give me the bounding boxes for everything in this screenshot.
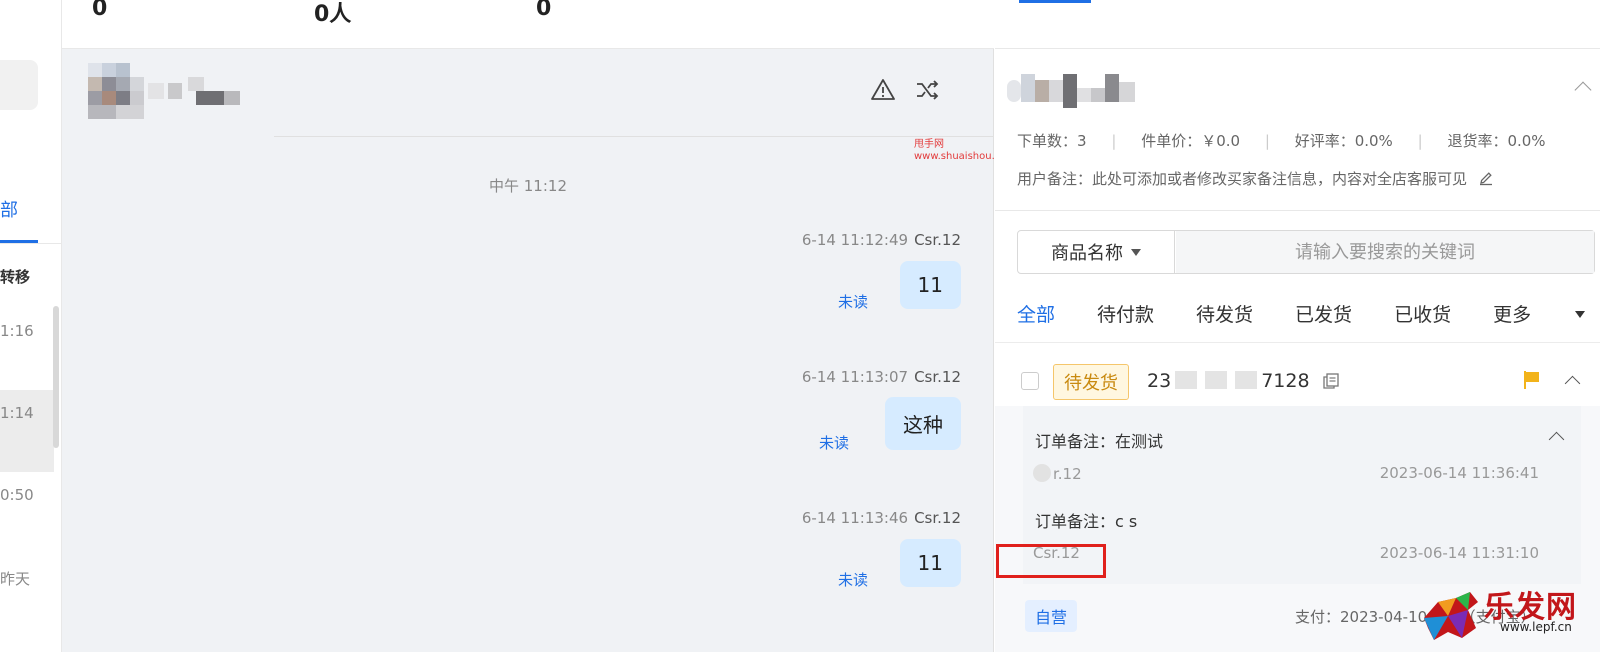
remark-time: 2023-06-14 11:36:41 <box>1379 464 1539 482</box>
order-number-suffix: 7128 <box>1261 370 1310 392</box>
tab-all-orders[interactable]: 全部 <box>1017 300 1055 327</box>
active-tab-indicator <box>1019 0 1091 3</box>
order-remark-label: 订单备注：在测试 <box>1035 432 1164 451</box>
message-time: 6-14 11:13:07 <box>801 368 909 386</box>
search-field-select[interactable]: 商品名称 <box>1018 231 1175 273</box>
message-meta: 6-14 11:12:49 Csr.12 <box>802 231 961 249</box>
stat-value: 0人 <box>314 2 352 27</box>
stats-bar: 0 0人 0 <box>62 0 1014 49</box>
stat-return-rate-label: 退货率： <box>1447 132 1508 150</box>
stat-value: 0 <box>536 0 552 21</box>
tab-pending-payment[interactable]: 待付款 <box>1097 300 1154 327</box>
time-divider: 中午 11:12 <box>489 177 567 195</box>
tab-received[interactable]: 已收货 <box>1394 300 1451 327</box>
order-status-tabs: 全部 待付款 待发货 已发货 已收货 更多 <box>1017 300 1600 327</box>
order-checkbox[interactable] <box>1021 372 1039 390</box>
remark-author: r.12 <box>1033 464 1082 483</box>
tab-more[interactable]: 更多 <box>1493 300 1600 327</box>
bull-logo-icon <box>1424 592 1478 640</box>
tab-divider <box>0 243 61 244</box>
self-operated-badge: 自营 <box>1025 600 1078 632</box>
customer-remark: 用户备注：此处可添加或者修改买家备注信息，内容对全店客服可见 <box>1017 168 1494 189</box>
copy-icon[interactable] <box>1322 372 1340 390</box>
unread-status: 未读 <box>838 571 869 589</box>
message-time: 6-14 11:12:49 <box>801 231 909 249</box>
dropdown-triangle-icon <box>1131 248 1141 256</box>
flag-icon[interactable] <box>1523 370 1541 390</box>
chat-header <box>62 49 994 137</box>
message-meta: 6-14 11:13:46 Csr.12 <box>802 509 961 527</box>
more-triangle-icon <box>1575 311 1586 318</box>
message-meta: 6-14 11:13:07 Csr.12 <box>802 368 961 386</box>
blurred-avatar <box>0 60 38 110</box>
search-input[interactable] <box>1176 231 1594 273</box>
remark-text: 此处可添加或者修改买家备注信息，内容对全店客服可见 <box>1092 170 1468 188</box>
conversation-time: 1:16 <box>0 322 34 340</box>
stat-unit-price: ￥0.0 <box>1201 132 1241 150</box>
shuffle-icon[interactable] <box>914 77 940 103</box>
tab-shipped[interactable]: 已发货 <box>1295 300 1352 327</box>
order-collapse-chevron-icon[interactable] <box>1564 375 1581 392</box>
header-divider <box>274 136 994 137</box>
order-number: 23 7128 <box>1147 370 1340 392</box>
tab-pending-shipment[interactable]: 待发货 <box>1196 300 1253 327</box>
message-bubble[interactable]: 11 <box>899 261 961 309</box>
conversation-list: 部 转移 1:16 1:14 0:50 昨天 <box>0 0 62 652</box>
section-divider <box>995 210 1600 211</box>
search-field-label: 商品名称 <box>1051 243 1123 264</box>
panel-top-tabs <box>995 0 1600 49</box>
unread-status: 未读 <box>838 293 869 311</box>
blurred-customer-info <box>1007 74 1147 108</box>
blurred-customer-name <box>88 63 240 119</box>
message-bubble[interactable]: 11 <box>899 539 961 587</box>
remark-time: 2023-06-14 11:31:10 <box>1379 544 1539 562</box>
stat-value: 0 <box>92 0 108 21</box>
chat-panel: 甩手网 www.shuaishou.com 中午 11:12 6-14 11:1… <box>62 49 1016 652</box>
message-bubble[interactable]: 这种 <box>885 397 961 450</box>
logo-url: www.lepf.cn <box>1500 620 1572 634</box>
site-logo-watermark: 乐发网 www.lepf.cn <box>1418 580 1600 652</box>
highlight-annotation-box <box>996 544 1106 578</box>
tab-all[interactable]: 部 <box>0 196 18 222</box>
edit-pencil-icon[interactable] <box>1478 170 1494 186</box>
message-time: 6-14 11:13:46 <box>801 509 909 527</box>
stat-positive-rate: 0.0% <box>1354 132 1393 150</box>
avatar <box>1033 464 1051 482</box>
tab-more-label: 更多 <box>1493 304 1532 326</box>
tabs-divider <box>995 342 1600 343</box>
conversation-time: 昨天 <box>0 570 31 588</box>
list-scrollbar[interactable] <box>53 306 59 448</box>
stat-order-count: 3 <box>1077 132 1087 150</box>
customer-stats: 下单数：3 | 件单价：￥0.0 | 好评率：0.0% | 退货率：0.0% <box>1017 132 1546 150</box>
remark-label: 用户备注： <box>1017 170 1093 188</box>
message-sender: Csr.12 <box>914 231 961 249</box>
unread-status: 未读 <box>819 434 850 452</box>
order-number-prefix: 23 <box>1147 370 1172 392</box>
warning-icon[interactable] <box>870 77 896 103</box>
stat-return-rate: 0.0% <box>1507 132 1546 150</box>
order-search: 商品名称 <box>1017 230 1595 274</box>
conversation-time: 0:50 <box>0 486 34 504</box>
stat-unit-price-label: 件单价： <box>1141 132 1202 150</box>
message-sender: Csr.12 <box>914 509 961 527</box>
status-badge: 待发货 <box>1053 364 1129 400</box>
tab-transfer[interactable]: 转移 <box>0 266 30 287</box>
order-remarks: 订单备注：在测试 r.12 2023-06-14 11:36:41 订单备注：c… <box>1023 406 1581 584</box>
selected-conversation-row[interactable] <box>0 390 54 472</box>
message-sender: Csr.12 <box>914 368 961 386</box>
stat-positive-rate-label: 好评率： <box>1294 132 1355 150</box>
remarks-collapse-chevron-icon[interactable] <box>1548 431 1565 448</box>
order-header: 待发货 23 7128 <box>995 344 1600 406</box>
conversation-time: 1:14 <box>0 404 34 422</box>
stat-order-count-label: 下单数： <box>1017 132 1078 150</box>
collapse-chevron-icon[interactable] <box>1574 81 1592 99</box>
order-remark-label: 订单备注：c s <box>1035 512 1138 531</box>
